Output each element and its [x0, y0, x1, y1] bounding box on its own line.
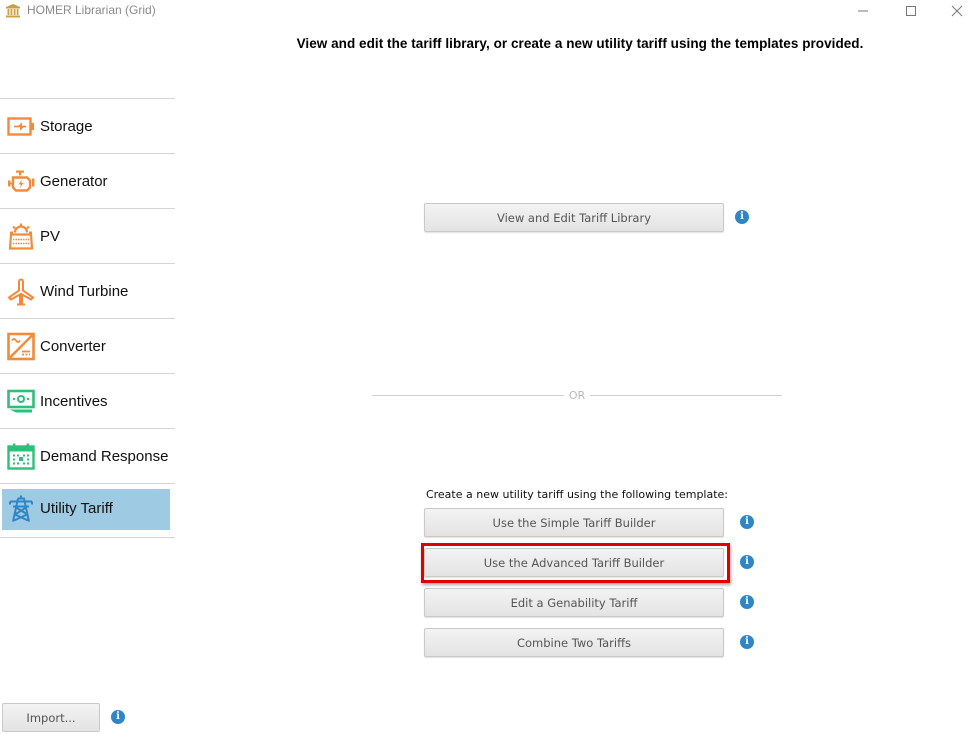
info-icon[interactable]: i [740, 635, 754, 649]
simple-tariff-builder-button[interactable]: Use the Simple Tariff Builder [424, 508, 724, 537]
minimize-button[interactable] [840, 0, 886, 22]
close-button[interactable] [934, 0, 980, 22]
edit-genability-tariff-button[interactable]: Edit a Genability Tariff [424, 588, 724, 617]
info-icon[interactable]: i [740, 515, 754, 529]
converter-icon [6, 332, 35, 361]
engine-icon [6, 167, 35, 196]
sidebar-item-demand-response[interactable]: Demand Response [0, 428, 175, 483]
library-building-icon [5, 3, 21, 18]
sidebar-item-utility-tariff[interactable]: Utility Tariff [0, 483, 175, 538]
combine-two-tariffs-button[interactable]: Combine Two Tariffs [424, 628, 724, 657]
sidebar-item-incentives[interactable]: Incentives [0, 373, 175, 428]
sidebar-item-label: Storage [40, 117, 93, 135]
info-icon[interactable]: i [735, 210, 749, 224]
import-button[interactable]: Import... [2, 703, 100, 732]
minimize-icon [858, 10, 868, 12]
sidebar-item-label: PV [40, 227, 61, 245]
sidebar-item-label: Utility Tariff [40, 500, 113, 517]
title-bar: HOMER Librarian (Grid) [0, 0, 980, 22]
sidebar-item-wind-turbine[interactable]: Wind Turbine [0, 263, 175, 318]
battery-icon [6, 112, 35, 141]
sidebar: Storage Generator PV Wind Turbine Conver… [0, 98, 175, 538]
sidebar-item-storage[interactable]: Storage [0, 98, 175, 153]
solar-panel-icon [6, 222, 35, 251]
page-headline: View and edit the tariff library, or cre… [296, 36, 864, 51]
sidebar-item-generator[interactable]: Generator [0, 153, 175, 208]
divider-line-right [590, 395, 782, 396]
calendar-icon [6, 442, 35, 471]
sidebar-item-label: Wind Turbine [40, 282, 129, 300]
transmission-tower-icon [6, 494, 35, 523]
sidebar-item-label: Converter [40, 337, 106, 355]
wind-turbine-icon [6, 277, 35, 306]
sidebar-item-converter[interactable]: Converter [0, 318, 175, 373]
info-icon[interactable]: i [740, 595, 754, 609]
money-icon [6, 387, 35, 416]
maximize-icon [906, 6, 916, 16]
advanced-tariff-builder-button[interactable]: Use the Advanced Tariff Builder [424, 548, 724, 577]
sidebar-item-label: Demand Response [40, 447, 169, 465]
maximize-button[interactable] [888, 0, 934, 22]
sidebar-item-label: Generator [40, 172, 108, 190]
info-icon[interactable]: i [111, 710, 125, 724]
close-icon [951, 5, 963, 17]
create-template-label: Create a new utility tariff using the fo… [425, 488, 729, 501]
view-edit-tariff-library-button[interactable]: View and Edit Tariff Library [424, 203, 724, 232]
window-title: HOMER Librarian (Grid) [27, 3, 156, 17]
sidebar-item-label: Incentives [40, 392, 108, 410]
info-icon[interactable]: i [740, 555, 754, 569]
or-divider: OR [372, 389, 782, 403]
sidebar-item-pv[interactable]: PV [0, 208, 175, 263]
